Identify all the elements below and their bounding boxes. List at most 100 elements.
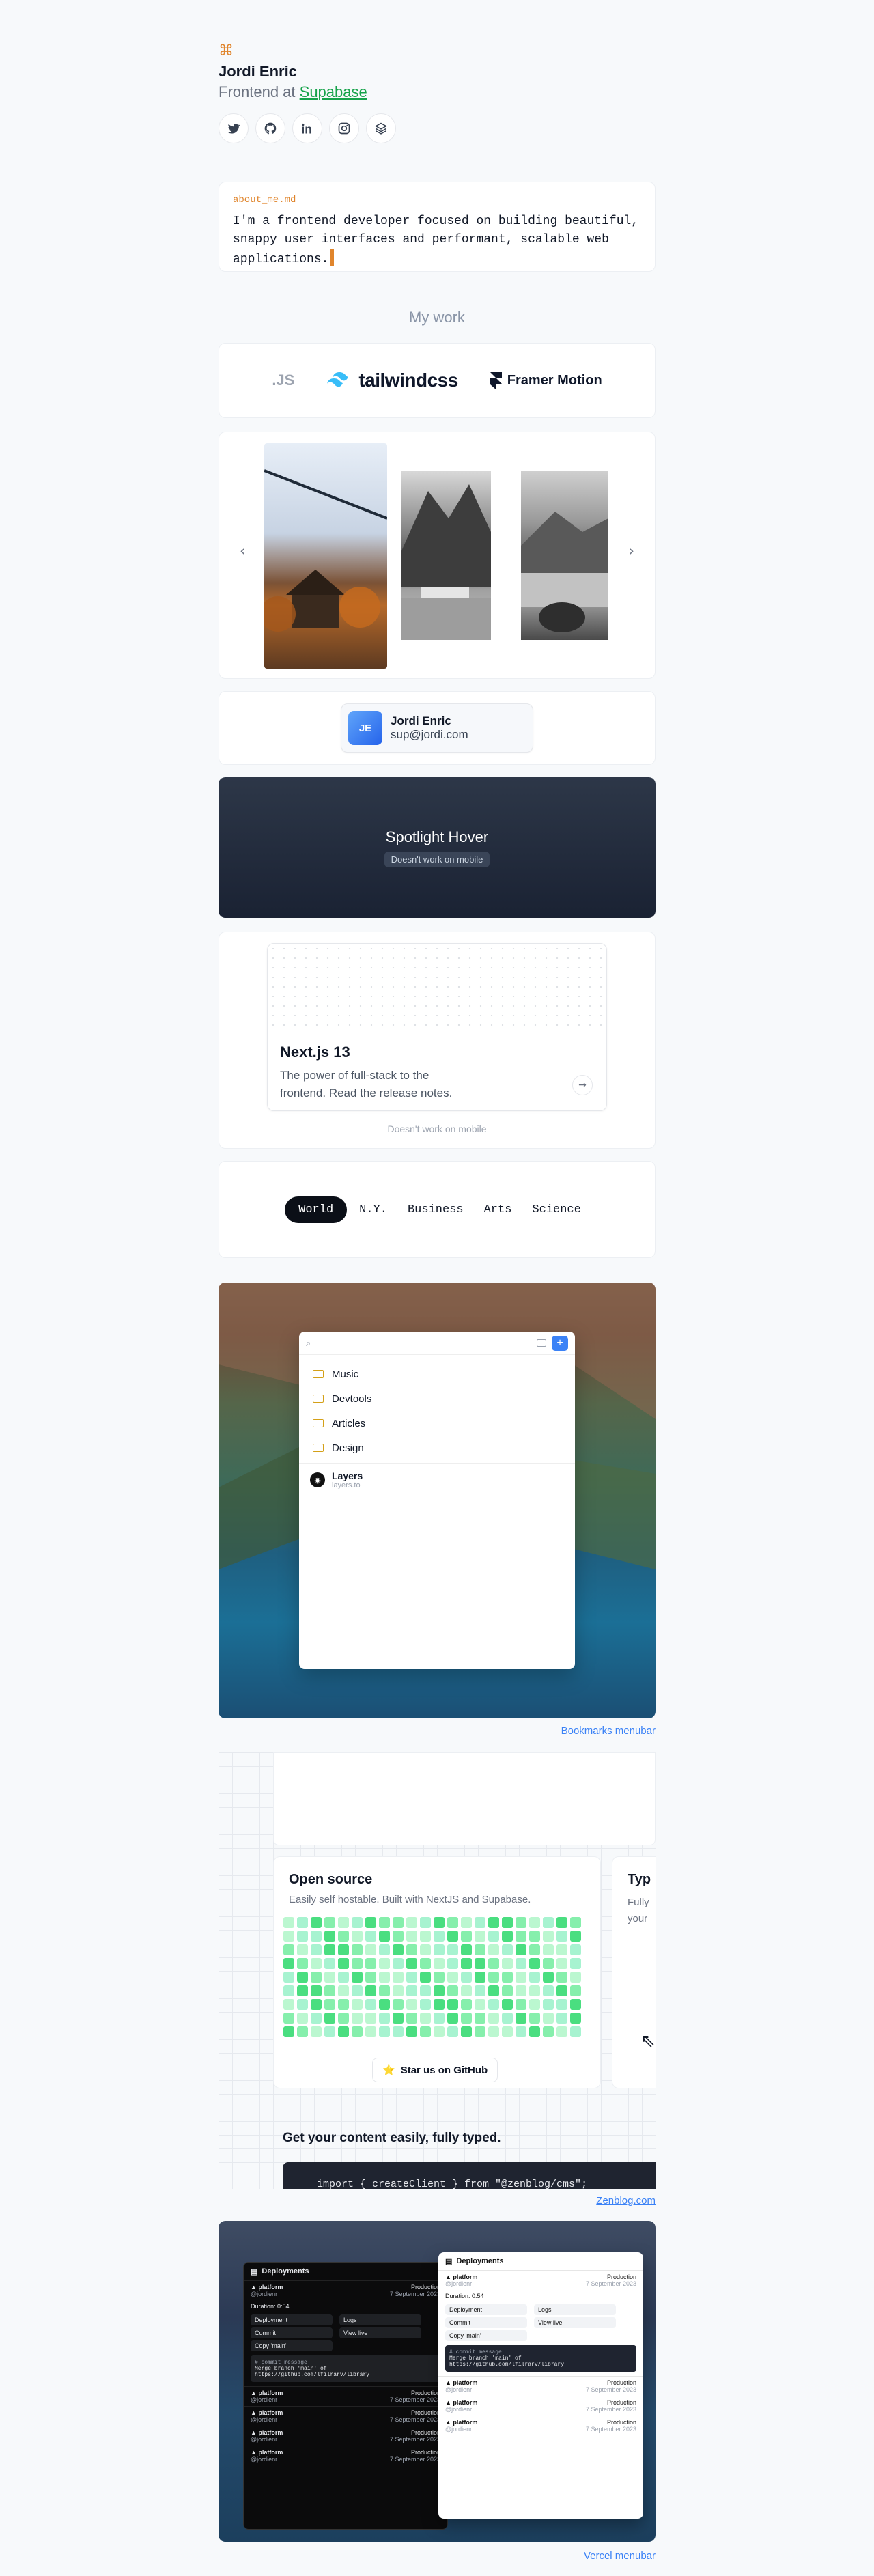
framer-motion-logo: Framer Motion	[489, 372, 602, 389]
tab-ny[interactable]: N.Y.	[351, 1196, 395, 1223]
deployment-action[interactable]: Deployment	[251, 2314, 333, 2325]
contribution-cell	[502, 1944, 513, 1955]
contribution-grid	[283, 1917, 581, 2037]
contribution-cell	[283, 1931, 294, 1942]
contribution-cell	[283, 1985, 294, 1996]
contribution-cell	[365, 1999, 376, 2010]
tab-business[interactable]: Business	[399, 1196, 472, 1223]
contribution-cell	[324, 1931, 335, 1942]
commit-action[interactable]: Commit	[445, 2317, 527, 2328]
bookmarks-window: ⌕ + Music Devtools Articles Design ◉ Lay…	[299, 1332, 575, 1669]
contribution-cell	[543, 2013, 554, 2024]
contribution-cell	[543, 2026, 554, 2037]
contribution-cell	[420, 1958, 431, 1969]
star-github-button[interactable]: ⭐ Star us on GitHub	[372, 2058, 498, 2082]
open-source-subtitle: Easily self hostable. Built with NextJS …	[289, 1894, 531, 1905]
search-icon[interactable]: ⌕	[306, 1338, 311, 1349]
instagram-link[interactable]	[329, 113, 359, 143]
carousel-prev-button[interactable]: ‹	[240, 543, 246, 560]
layers-link[interactable]	[366, 113, 396, 143]
logo-icon: ⌘	[218, 42, 234, 59]
nextjs-card[interactable]: Next.js 13 The power of full-stack to th…	[267, 943, 607, 1111]
zenblog-link[interactable]: Zenblog.com	[596, 2195, 656, 2207]
contribution-cell	[556, 1985, 567, 1996]
commit-action[interactable]: Commit	[251, 2327, 333, 2338]
deployment-row[interactable]: ▲ platform @jordienr Production 7 September…	[244, 2406, 447, 2426]
logs-action[interactable]: Logs	[339, 2314, 421, 2325]
folder-add-icon[interactable]	[537, 1339, 546, 1347]
company-link[interactable]: Supabase	[300, 83, 367, 100]
contribution-cell	[379, 1944, 390, 1955]
contribution-cell	[543, 1972, 554, 1983]
typed-content-heading: Get your content easily, fully typed.	[283, 2131, 501, 2145]
deployment-row[interactable]: ▲ platform @jordienr Production 7 September…	[244, 2280, 447, 2300]
contribution-cell	[420, 2026, 431, 2037]
avatar: JE	[348, 711, 382, 745]
carousel-next-button[interactable]: ›	[628, 543, 634, 560]
carousel-photo[interactable]	[401, 471, 491, 640]
contribution-cell	[434, 2026, 445, 2037]
contribution-cell	[516, 2026, 526, 2037]
contribution-cell	[502, 1958, 513, 1969]
logs-action[interactable]: Logs	[534, 2304, 616, 2315]
contribution-cell	[570, 1972, 581, 1983]
contribution-cell	[488, 1999, 499, 2010]
arrow-right-icon[interactable]: →	[572, 1075, 593, 1095]
social-links	[218, 113, 656, 143]
bookmarks-menubar-link[interactable]: Bookmarks menubar	[561, 1725, 656, 1737]
tab-science[interactable]: Science	[524, 1196, 589, 1223]
contribution-cell	[447, 1985, 458, 1996]
carousel-photo-active[interactable]	[264, 443, 387, 669]
photo-carousel: ‹ ›	[218, 432, 656, 679]
contribution-cell	[516, 1958, 526, 1969]
contribution-cell	[379, 1999, 390, 2010]
linkedin-link[interactable]	[292, 113, 322, 143]
contribution-cell	[488, 1917, 499, 1928]
contribution-cell	[393, 1944, 404, 1955]
tab-world[interactable]: World	[285, 1196, 348, 1223]
deployment-row[interactable]: ▲ platform @jordienr Production 7 September…	[244, 2446, 447, 2465]
deployment-row[interactable]: ▲ platform @jordienr Production 7 September…	[438, 2376, 643, 2396]
contact-chip[interactable]: JE Jordi Enric sup@jordi.com	[341, 703, 533, 753]
contribution-cell	[406, 1944, 417, 1955]
deployment-row[interactable]: ▲ platform @jordienr Production 7 September…	[438, 2416, 643, 2435]
contribution-cell	[365, 1917, 376, 1928]
add-bookmark-button[interactable]: +	[552, 1335, 568, 1351]
contribution-cell	[379, 2026, 390, 2037]
contribution-cell	[352, 1958, 363, 1969]
deployment-row[interactable]: ▲ platform @jordienr Production 7 September…	[244, 2386, 447, 2406]
contribution-cell	[529, 1999, 540, 2010]
vercel-menubar-link[interactable]: Vercel menubar	[584, 2550, 656, 2562]
contribution-cell	[529, 2013, 540, 2024]
star-button-label: Star us on GitHub	[400, 2064, 488, 2076]
tab-arts[interactable]: Arts	[476, 1196, 520, 1223]
view-live-action[interactable]: View live	[534, 2317, 616, 2328]
spotlight-hover-card[interactable]: Spotlight Hover Doesn't work on mobile	[218, 777, 656, 918]
deployment-action[interactable]: Deployment	[445, 2304, 527, 2315]
contribution-cell	[324, 2013, 335, 2024]
contribution-cell	[379, 1917, 390, 1928]
contribution-cell	[475, 1917, 485, 1928]
contribution-cell	[543, 1944, 554, 1955]
typed-card-subtitle: Fully your	[628, 1896, 649, 1924]
deployment-row[interactable]: ▲ platform @jordienr Production 7 September…	[438, 2270, 643, 2290]
copy-branch-action[interactable]: Copy 'main'	[251, 2340, 333, 2351]
deployment-row[interactable]: ▲ platform @jordienr Production 7 September…	[438, 2396, 643, 2416]
bookmark-folder-music[interactable]: Music	[299, 1362, 575, 1386]
contribution-cell	[434, 1999, 445, 2010]
carousel-photo[interactable]	[521, 471, 608, 640]
bookmark-folder-articles[interactable]: Articles	[299, 1411, 575, 1436]
github-link[interactable]	[255, 113, 285, 143]
bookmark-folder-design[interactable]: Design	[299, 1436, 575, 1460]
deployment-row[interactable]: ▲ platform @jordienr Production 7 September…	[244, 2426, 447, 2446]
contribution-cell	[406, 1972, 417, 1983]
contribution-cell	[556, 1944, 567, 1955]
contribution-cell	[570, 1999, 581, 2010]
bookmark-item-layers[interactable]: ◉ Layers layers.to	[299, 1470, 575, 1489]
contribution-cell	[488, 1931, 499, 1942]
contact-card-wrapper: JE Jordi Enric sup@jordi.com	[218, 691, 656, 765]
view-live-action[interactable]: View live	[339, 2327, 421, 2338]
bookmark-folder-devtools[interactable]: Devtools	[299, 1386, 575, 1411]
copy-branch-action[interactable]: Copy 'main'	[445, 2330, 527, 2341]
twitter-link[interactable]	[218, 113, 249, 143]
